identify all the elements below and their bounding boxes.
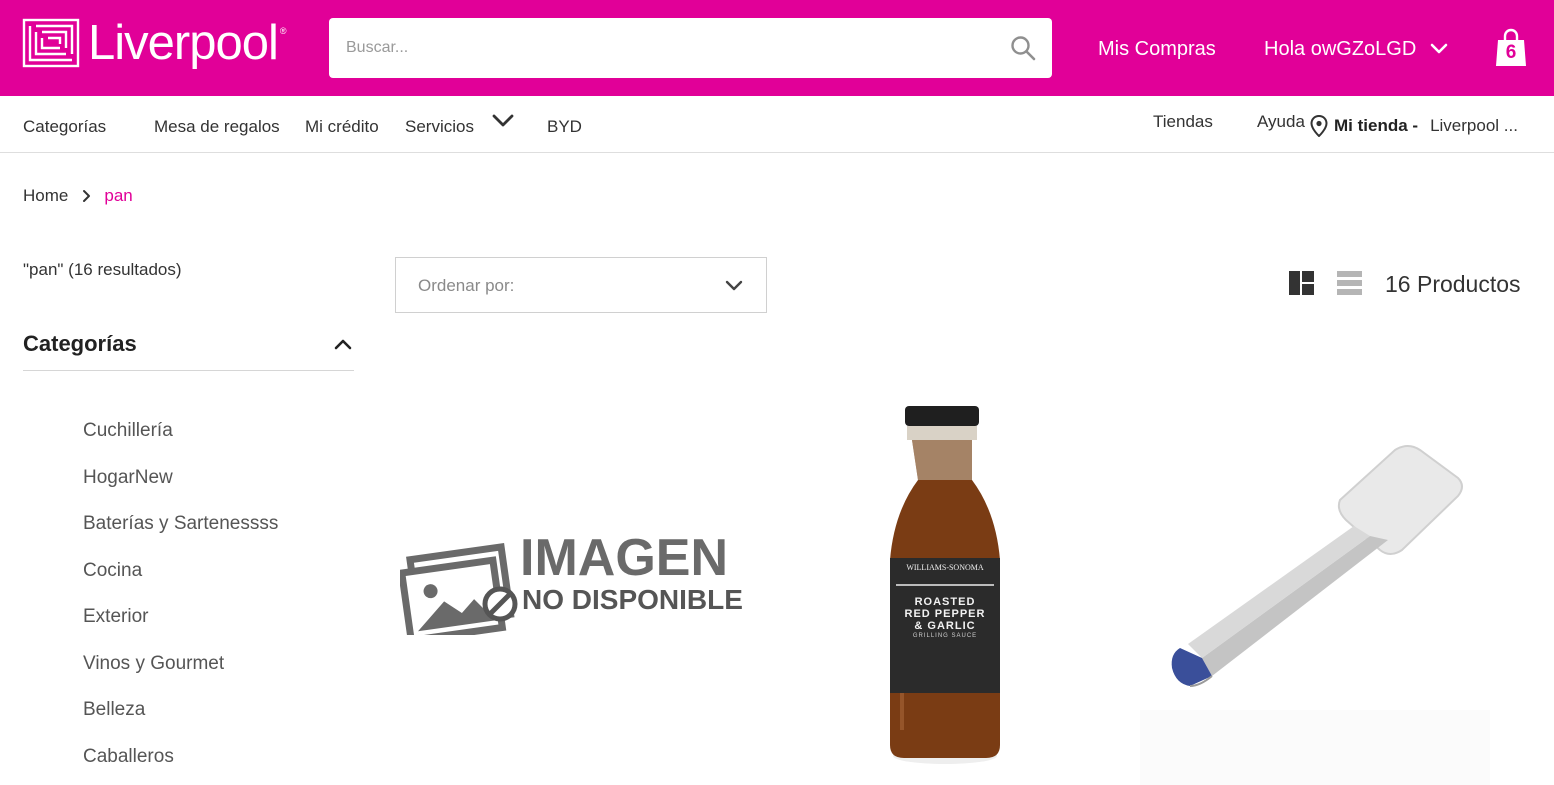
- nav-item-mi-credito[interactable]: Mi crédito: [305, 117, 379, 137]
- logo-mark-icon: [22, 18, 80, 68]
- category-list: Cuchillería HogarNew Baterías y Sartenes…: [83, 418, 278, 785]
- main-nav: Categorías Mesa de regalos Mi crédito Se…: [0, 96, 1554, 153]
- chevron-down-icon: [725, 280, 743, 291]
- category-item-exterior[interactable]: Exterior: [83, 604, 278, 651]
- search-input[interactable]: [329, 18, 989, 78]
- list-view-icon[interactable]: [1337, 271, 1362, 295]
- liverpool-logo[interactable]: Liverpool ®: [22, 18, 287, 76]
- breadcrumb-home[interactable]: Home: [23, 186, 68, 206]
- category-item-caballeros[interactable]: Caballeros: [83, 744, 278, 785]
- search-icon[interactable]: [1010, 35, 1036, 61]
- category-item-cuchilleria[interactable]: Cuchillería: [83, 418, 278, 465]
- image-unavailable-title: IMAGEN: [520, 529, 728, 587]
- cart-count-badge: 6: [1505, 42, 1517, 63]
- sauce-label-line2: RED PEPPER: [904, 608, 986, 620]
- grill-spatula-image: [1140, 445, 1490, 785]
- location-pin-icon: [1310, 115, 1328, 137]
- results-summary: "pan" (16 resultados): [23, 260, 182, 279]
- account-menu[interactable]: Hola owGZoLGD: [1264, 36, 1448, 62]
- help-link[interactable]: Ayuda: [1257, 112, 1305, 132]
- sauce-bottle-image: [890, 406, 1000, 764]
- search-box: [329, 18, 1052, 78]
- my-store-name: Liverpool ...: [1430, 116, 1518, 135]
- category-item-cocina[interactable]: Cocina: [83, 558, 278, 605]
- categories-filter-header[interactable]: Categorías: [23, 331, 354, 371]
- sauce-label-line3: & GARLIC: [914, 620, 976, 632]
- category-item-hogarnew[interactable]: HogarNew: [83, 465, 278, 512]
- greeting-text: Hola owGZoLGD: [1264, 38, 1417, 60]
- sauce-label-line1: ROASTED: [914, 596, 976, 608]
- logo-registered-mark: ®: [279, 26, 287, 36]
- shopping-bag-button[interactable]: 6: [1494, 28, 1528, 68]
- chevron-down-icon: [1430, 43, 1448, 54]
- category-item-baterias-y-sartenes[interactable]: Baterías y Sartenessss: [83, 511, 278, 558]
- chevron-up-icon[interactable]: [332, 337, 354, 351]
- image-unavailable-subtitle: NO DISPONIBLE: [522, 584, 743, 615]
- sauce-label-brand: WILLIAMS-SONOMA: [906, 563, 984, 572]
- breadcrumb-current: pan: [104, 186, 133, 205]
- product-card-3-image[interactable]: [1140, 440, 1490, 785]
- product-card-1-image[interactable]: IMAGEN NO DISPONIBLE: [397, 525, 743, 645]
- category-item-vinos-y-gourmet[interactable]: Vinos y Gourmet: [83, 651, 278, 698]
- grid-view-icon[interactable]: [1289, 271, 1314, 295]
- sauce-label-line4: GRILLING SAUCE: [912, 633, 978, 639]
- sort-label: Ordenar por:: [418, 276, 515, 295]
- product-count: 16 Productos: [1385, 271, 1521, 297]
- my-purchases-link[interactable]: Mis Compras: [1098, 36, 1216, 62]
- nav-item-byd[interactable]: BYD: [547, 117, 582, 137]
- logo-text: Liverpool: [88, 16, 279, 70]
- breadcrumb: Home pan: [23, 186, 133, 206]
- servicios-chevron-down-icon[interactable]: [491, 113, 515, 129]
- categories-filter-title: Categorías: [23, 331, 137, 356]
- site-header: Liverpool ® Mis Compras Hola owGZoLGD 6: [0, 0, 1554, 96]
- sort-dropdown[interactable]: Ordenar por:: [395, 257, 767, 313]
- product-card-2-image[interactable]: WILLIAMS-SONOMA ROASTED RED PEPPER & GAR…: [880, 400, 1010, 770]
- nav-item-categorias[interactable]: Categorías: [23, 117, 106, 137]
- nav-item-mesa-de-regalos[interactable]: Mesa de regalos: [154, 117, 280, 137]
- my-store-selector[interactable]: Mi tienda - Liverpool ...: [1310, 115, 1518, 137]
- stores-link[interactable]: Tiendas: [1153, 112, 1213, 132]
- chevron-right-icon: [83, 190, 91, 202]
- category-item-belleza[interactable]: Belleza: [83, 697, 278, 744]
- nav-item-servicios[interactable]: Servicios: [405, 117, 474, 137]
- my-store-label: Mi tienda -: [1334, 116, 1419, 135]
